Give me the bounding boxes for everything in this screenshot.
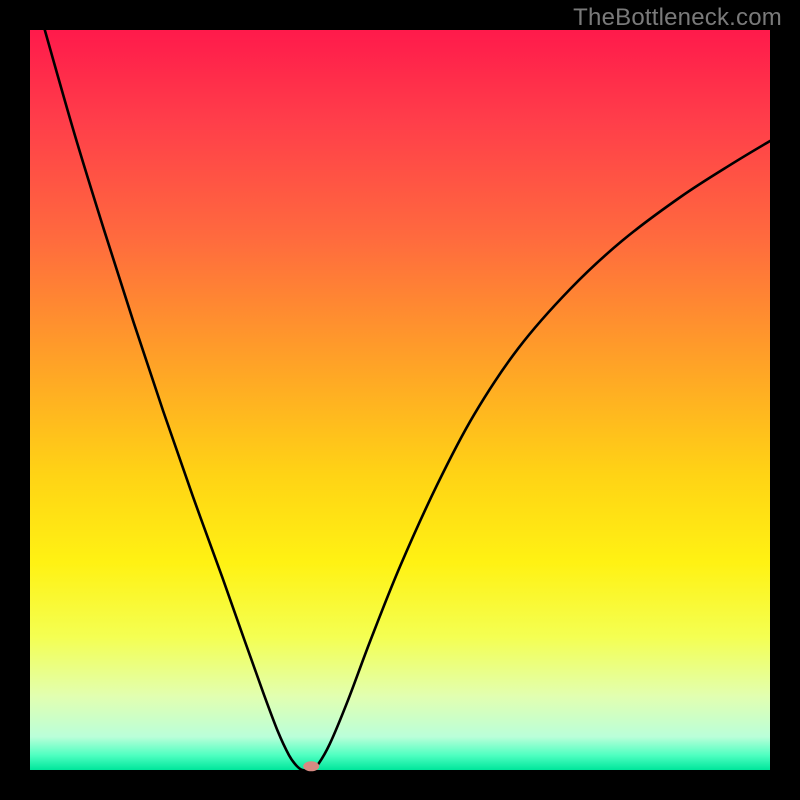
chart-container: TheBottleneck.com bbox=[0, 0, 800, 800]
optimum-marker bbox=[303, 761, 319, 771]
plot-background bbox=[30, 30, 770, 770]
bottleneck-chart bbox=[0, 0, 800, 800]
